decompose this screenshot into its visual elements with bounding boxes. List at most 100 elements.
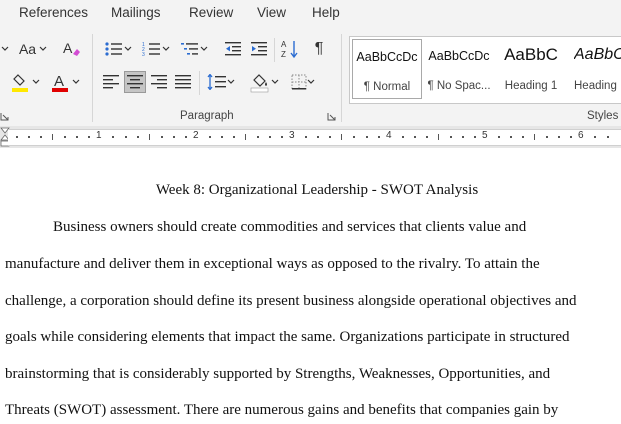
group-separator: [92, 34, 93, 122]
paragraph-dialog-launcher-icon[interactable]: [327, 112, 336, 121]
align-center-icon: [127, 75, 143, 89]
group-separator: [341, 34, 342, 122]
style-no-spacing[interactable]: AaBbCcDc ¶ No Spac...: [424, 39, 494, 99]
ruler-tick: [425, 136, 428, 138]
ruler-half-tick: [148, 134, 150, 140]
justify-button[interactable]: [172, 71, 194, 93]
paragraph-line: Business owners should create commoditie…: [53, 219, 527, 235]
chevron-down-icon: [72, 79, 80, 84]
ruler-tick: [76, 136, 79, 138]
group-separator: [274, 38, 275, 62]
chevron-down-icon: [124, 46, 132, 51]
chevron-down-icon: [162, 46, 170, 51]
ruler-number: 3: [289, 130, 295, 141]
borders-icon: [291, 74, 307, 90]
change-case-label: Aa: [18, 41, 37, 57]
ruler-tick: [124, 136, 127, 138]
tab-help[interactable]: Help: [312, 5, 340, 20]
ruler-tick: [606, 136, 609, 138]
tab-review[interactable]: Review: [189, 5, 233, 20]
svg-text:A: A: [281, 40, 287, 49]
font-color-button[interactable]: A: [48, 71, 82, 93]
svg-text:Z: Z: [281, 50, 286, 59]
tab-references[interactable]: References: [19, 5, 88, 20]
line-spacing-icon: [207, 74, 226, 90]
ruler-tick: [377, 136, 380, 138]
tab-view[interactable]: View: [257, 5, 286, 20]
ruler-tick: [281, 136, 284, 138]
chevron-down-icon: [227, 79, 235, 84]
ruler-tick: [353, 136, 356, 138]
ruler-tick: [136, 136, 139, 138]
ruler-tick: [522, 136, 525, 138]
ruler-tick: [40, 136, 43, 138]
font-dialog-launcher-icon[interactable]: [0, 112, 9, 121]
ruler-tick: [16, 136, 19, 138]
ruler-number: 6: [578, 130, 584, 141]
paragraph-group-label: Paragraph: [180, 110, 234, 122]
ribbon: Aa A A 1 2 3 A Z ¶ Paragraph AaBbCcDc ¶ …: [0, 26, 621, 126]
align-right-button[interactable]: [148, 71, 170, 93]
sort-button[interactable]: A Z: [278, 38, 302, 60]
chevron-down-icon: [200, 46, 208, 51]
ruler-tick: [28, 136, 31, 138]
ruler-tick: [64, 136, 67, 138]
ruler-tick: [461, 136, 464, 138]
document-page[interactable]: Week 8: Organizational Leadership - SWOT…: [0, 148, 621, 424]
style-sample: AaBbCcDc: [428, 49, 490, 63]
paragraph-line: Threats (SWOT) assessment. There are num…: [5, 402, 559, 418]
chevron-down-icon: [271, 79, 279, 84]
paragraph-line: challenge, a corporation should define i…: [5, 293, 577, 309]
styles-group-label: Styles: [587, 110, 619, 122]
ruler-tick: [184, 136, 187, 138]
style-normal[interactable]: AaBbCcDc ¶ Normal: [352, 39, 422, 99]
clear-formatting-icon: A: [63, 40, 80, 56]
ruler-tick: [88, 136, 91, 138]
paragraph-line: goals while considering elements that im…: [5, 329, 570, 345]
align-center-button[interactable]: [124, 71, 146, 93]
highlighter-icon: [12, 74, 28, 92]
ruler-half-tick: [52, 134, 54, 140]
ruler-tick: [473, 136, 476, 138]
clear-formatting-button[interactable]: A: [60, 38, 84, 60]
multilevel-list-icon: [181, 43, 198, 55]
style-sample: AaBbC: [574, 46, 621, 63]
decrease-indent-icon: [225, 42, 241, 56]
chevron-down-icon: [39, 46, 47, 51]
paragraph-line: manufacture and deliver them in exceptio…: [5, 256, 540, 272]
ruler-tick: [449, 136, 452, 138]
highlight-color-swatch: [12, 88, 28, 92]
horizontal-ruler[interactable]: 1 2 3 4 5 6: [8, 129, 621, 146]
style-heading-2[interactable]: AaBbC Heading: [568, 39, 621, 99]
ruler-tick: [413, 136, 416, 138]
ruler-number: 5: [482, 130, 488, 141]
tab-mailings[interactable]: Mailings: [111, 5, 161, 20]
ruler-tick: [329, 136, 332, 138]
shading-button[interactable]: [246, 71, 282, 93]
multilevel-list-button[interactable]: [177, 38, 211, 60]
ruler-tick: [570, 136, 573, 138]
numbering-icon: 1 2 3: [142, 42, 160, 57]
group-separator: [199, 71, 200, 95]
align-left-button[interactable]: [100, 71, 122, 93]
decrease-indent-button[interactable]: [221, 38, 245, 60]
highlight-color-button[interactable]: [8, 71, 42, 93]
numbering-button[interactable]: 1 2 3: [139, 38, 173, 60]
style-heading-1[interactable]: AaBbC Heading 1: [496, 39, 566, 99]
ruler-tick: [208, 136, 211, 138]
ruler-tick: [160, 136, 163, 138]
bullets-button[interactable]: [101, 38, 135, 60]
ruler-tick: [401, 136, 404, 138]
increase-indent-button[interactable]: [247, 38, 271, 60]
align-left-icon: [103, 75, 119, 89]
ruler-tick: [305, 136, 308, 138]
show-formatting-marks-button[interactable]: ¶: [308, 38, 330, 60]
ruler-tick: [317, 136, 320, 138]
borders-button[interactable]: [286, 71, 320, 93]
change-case-button[interactable]: Aa: [18, 38, 48, 60]
chevron-down-icon: [32, 79, 40, 84]
ruler-tick: [594, 136, 597, 138]
chevron-down-icon[interactable]: [0, 38, 10, 60]
ruler-half-tick: [245, 134, 246, 140]
line-spacing-button[interactable]: [204, 71, 238, 93]
